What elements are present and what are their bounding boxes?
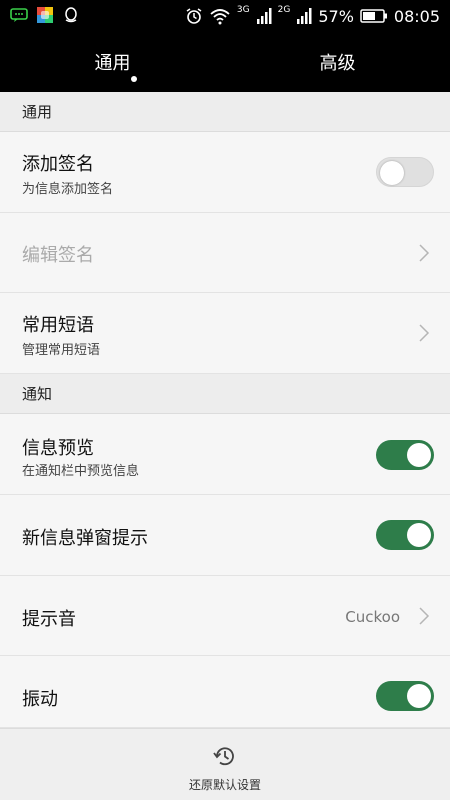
colorful-app-icon xyxy=(37,7,53,23)
section-header-general: 通用 xyxy=(0,92,450,132)
common-phrases-subtitle: 管理常用短语 xyxy=(22,343,101,358)
chevron-right-icon xyxy=(419,244,430,262)
tab-advanced[interactable]: 高级 xyxy=(225,32,450,92)
signal-icon-a xyxy=(256,8,272,24)
battery-icon xyxy=(360,9,387,23)
row-edit-signature[interactable]: 编辑签名 xyxy=(0,213,450,293)
status-right: 3G 2G 57% 08:05 xyxy=(185,0,440,32)
row-message-preview[interactable]: 信息预览 在通知栏中预览信息 xyxy=(0,414,450,495)
toggle-knob xyxy=(407,523,431,547)
notification-sound-value: Cuckoo xyxy=(345,608,400,626)
notification-sound-title: 提示音 xyxy=(22,609,76,630)
network-type-a: 3G xyxy=(236,5,250,15)
section-notify-title: 通知 xyxy=(22,385,53,403)
section-general-title: 通用 xyxy=(22,103,53,121)
row-popup-notify[interactable]: 新信息弹窗提示 xyxy=(0,495,450,576)
message-preview-subtitle: 在通知栏中预览信息 xyxy=(22,464,140,479)
add-signature-title: 添加签名 xyxy=(22,154,94,175)
common-phrases-title: 常用短语 xyxy=(22,315,94,336)
restore-defaults-button[interactable]: 还原默认设置 xyxy=(0,776,450,793)
restore-history-icon[interactable] xyxy=(211,742,239,770)
message-preview-toggle[interactable] xyxy=(376,440,434,470)
wifi-icon xyxy=(210,9,230,25)
status-bar: 3G 2G 57% 08:05 xyxy=(0,0,450,32)
tab-selected-indicator xyxy=(131,76,137,82)
add-signature-subtitle: 为信息添加签名 xyxy=(22,182,114,197)
clock-time: 08:05 xyxy=(393,6,440,26)
toggle-knob xyxy=(407,684,431,708)
restore-defaults-label: 还原默认设置 xyxy=(188,778,261,792)
add-signature-toggle[interactable] xyxy=(376,157,434,187)
popup-notify-title: 新信息弹窗提示 xyxy=(22,528,148,549)
tab-bar: 通用 高级 xyxy=(0,32,450,92)
message-preview-title: 信息预览 xyxy=(22,438,94,459)
network-type-b: 2G xyxy=(277,5,291,15)
vibrate-title: 振动 xyxy=(22,689,58,710)
popup-notify-toggle[interactable] xyxy=(376,520,434,550)
qq-icon xyxy=(65,7,77,23)
toggle-knob xyxy=(380,161,404,185)
battery-percent: 57% xyxy=(318,6,354,26)
row-vibrate[interactable]: 振动 xyxy=(0,656,450,728)
row-add-signature[interactable]: 添加签名 为信息添加签名 xyxy=(0,132,450,213)
message-icon xyxy=(10,8,28,22)
chevron-right-icon xyxy=(419,607,430,625)
status-left-icons xyxy=(10,6,80,24)
tab-general-label: 通用 xyxy=(94,53,131,74)
vibrate-toggle[interactable] xyxy=(376,681,434,711)
chevron-right-icon xyxy=(419,324,430,342)
signal-icon-b xyxy=(297,8,312,24)
section-header-notify: 通知 xyxy=(0,374,450,414)
row-common-phrases[interactable]: 常用短语 管理常用短语 xyxy=(0,293,450,374)
toggle-knob xyxy=(407,443,431,467)
alarm-icon xyxy=(186,8,202,24)
tab-general[interactable]: 通用 xyxy=(0,32,225,92)
row-notification-sound[interactable]: 提示音 Cuckoo xyxy=(0,576,450,656)
tab-advanced-label: 高级 xyxy=(319,53,356,74)
edit-signature-title: 编辑签名 xyxy=(22,245,94,266)
